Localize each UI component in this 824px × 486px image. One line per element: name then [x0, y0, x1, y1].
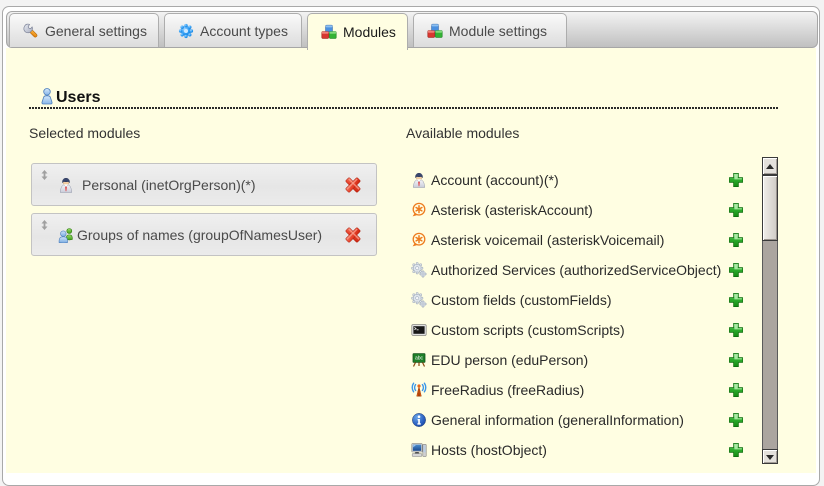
- svg-text:abc: abc: [415, 356, 424, 362]
